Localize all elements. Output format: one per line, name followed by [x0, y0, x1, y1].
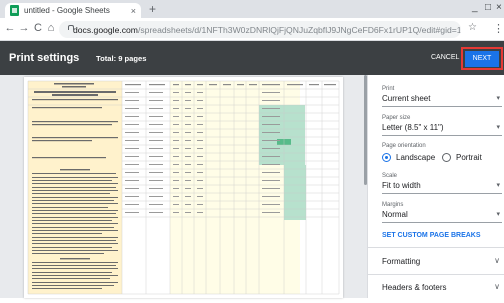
landscape-radio[interactable]: Landscape [382, 153, 435, 162]
close-window-button[interactable]: × [496, 2, 502, 13]
radio-unselected-icon [442, 153, 451, 162]
print-value: Current sheet [382, 94, 431, 103]
forward-arrow-icon[interactable]: → [17, 22, 31, 34]
reload-icon[interactable]: C [31, 22, 45, 34]
radio-selected-icon [382, 153, 391, 162]
custom-page-breaks-link[interactable]: SET CUSTOM PAGE BREAKS [382, 232, 481, 239]
address-bar[interactable]: docs.google.com/spreadsheets/d/1NFTh3W0z… [59, 21, 461, 38]
minimize-button[interactable]: _ [472, 2, 478, 13]
paper-size-value: Letter (8.5" x 11") [382, 123, 444, 132]
print-label: Print [382, 86, 395, 92]
maximize-button[interactable]: □ [485, 2, 491, 13]
scale-value: Fit to width [382, 181, 421, 190]
browser-tab-bar: untitled - Google Sheets × + _ □ × [0, 0, 504, 18]
headers-footers-label: Headers & footers [382, 283, 447, 292]
next-button[interactable]: NEXT [465, 50, 499, 67]
paper-size-underline [382, 135, 502, 136]
tab-title: untitled - Google Sheets [24, 6, 110, 15]
formatting-label: Formatting [382, 257, 421, 266]
section-divider [368, 274, 504, 275]
print-preview-area[interactable] [0, 75, 367, 298]
browser-menu-icon[interactable]: ⋮ [493, 22, 504, 35]
url-host: docs.google.com [73, 24, 138, 35]
dropdown-arrow-icon: ▾ [496, 95, 500, 102]
paper-size-label: Paper size [382, 115, 411, 121]
home-icon[interactable]: ⌂ [44, 22, 58, 34]
margins-value: Normal [382, 210, 408, 219]
print-underline [382, 106, 502, 107]
browser-toolbar: ← → C ⌂ docs.google.com/spreadsheets/d/1… [0, 18, 504, 41]
dropdown-arrow-icon: ▾ [496, 211, 500, 218]
preview-page [24, 77, 343, 298]
headers-footers-section[interactable]: Headers & footers ∨ [382, 282, 502, 292]
page-title: Print settings [9, 52, 80, 64]
scale-label: Scale [382, 173, 398, 179]
landscape-label: Landscape [396, 153, 436, 162]
print-select[interactable]: Current sheet ▾ [382, 94, 502, 103]
bookmark-star-icon[interactable]: ☆ [468, 22, 477, 33]
orientation-label: Page orientation [382, 143, 426, 149]
sheets-favicon-icon [10, 5, 19, 16]
formatting-section[interactable]: Formatting ∨ [382, 256, 502, 266]
url-path: /spreadsheets/d/1NFTh3W0zDNRlQjFjQNJuZqb… [137, 24, 461, 35]
cancel-button[interactable]: CANCEL [431, 54, 459, 61]
paper-size-select[interactable]: Letter (8.5" x 11") ▾ [382, 123, 502, 132]
portrait-radio[interactable]: Portrait [442, 153, 482, 162]
section-divider [368, 247, 504, 248]
chevron-down-icon: ∨ [494, 256, 500, 265]
scale-select[interactable]: Fit to width ▾ [382, 181, 502, 190]
sheet-thumbnail [27, 80, 340, 295]
print-settings-header: Print settings Total: 9 pages CANCEL [0, 41, 504, 75]
portrait-label: Portrait [456, 153, 482, 162]
scale-underline [382, 193, 502, 194]
dropdown-arrow-icon: ▾ [496, 182, 500, 189]
print-settings-panel: Print Current sheet ▾ Paper size Letter … [367, 75, 504, 298]
margins-underline [382, 222, 502, 223]
margins-label: Margins [382, 202, 404, 208]
next-button-highlight: NEXT [461, 47, 503, 70]
browser-tab[interactable]: untitled - Google Sheets × [5, 3, 141, 18]
tab-close-icon[interactable]: × [131, 6, 136, 16]
dropdown-arrow-icon: ▾ [496, 124, 500, 131]
margins-select[interactable]: Normal ▾ [382, 210, 502, 219]
back-arrow-icon[interactable]: ← [3, 22, 17, 34]
total-pages: Total: 9 pages [96, 54, 147, 63]
chevron-down-icon: ∨ [494, 282, 500, 291]
new-tab-button[interactable]: + [149, 2, 156, 16]
